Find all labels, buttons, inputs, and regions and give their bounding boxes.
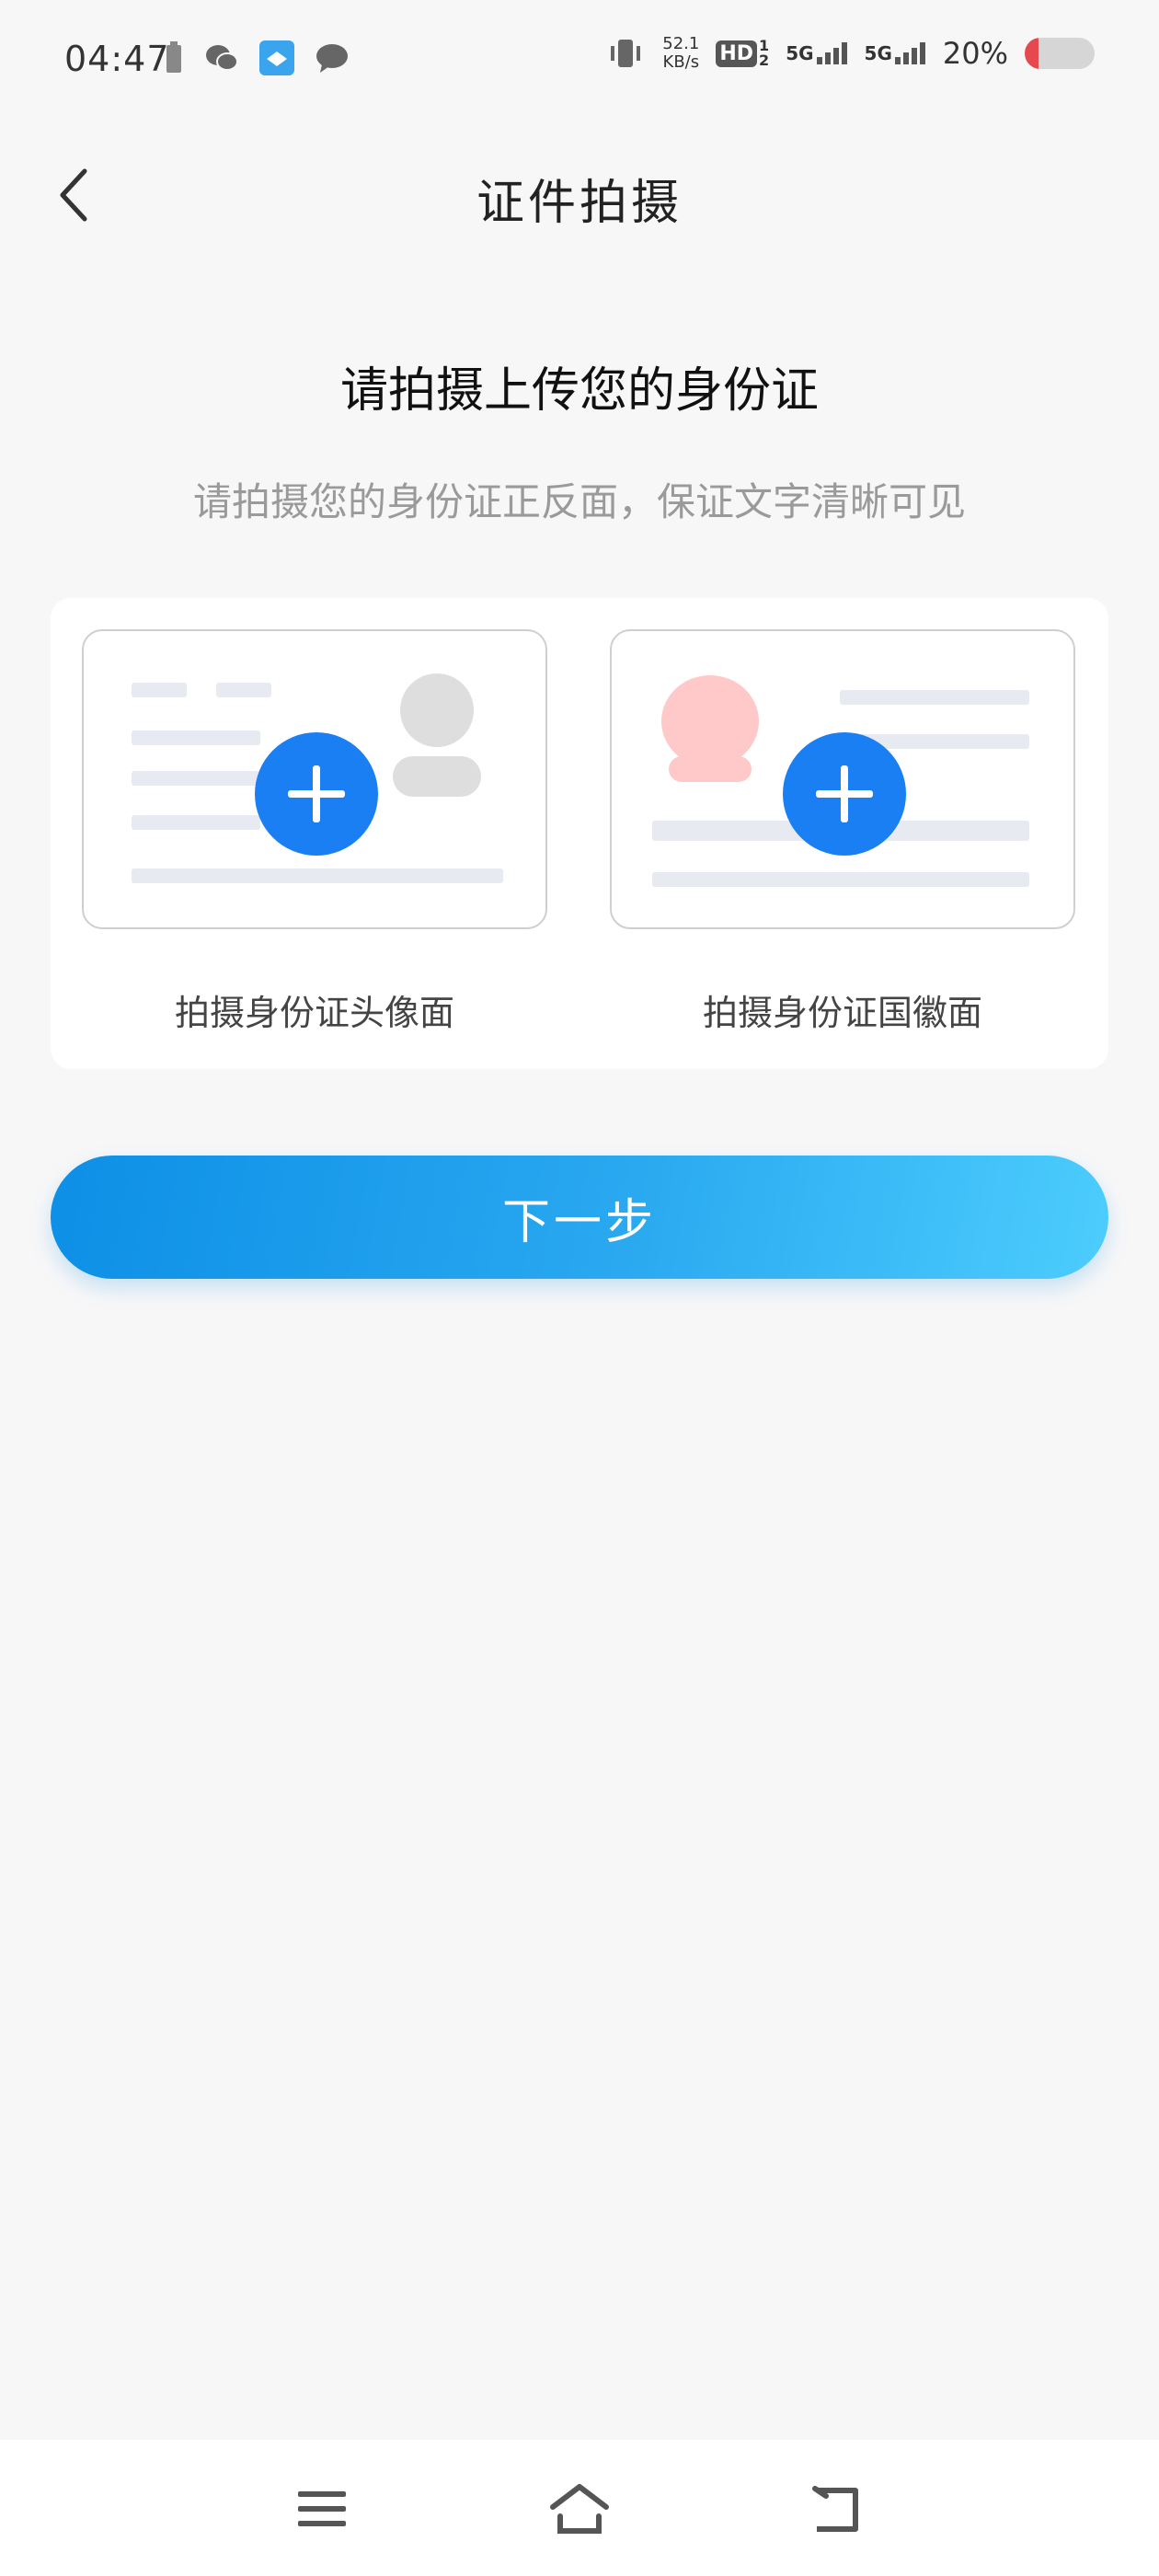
id-back-upload[interactable]: 拍摄身份证国徽面 — [610, 629, 1075, 1035]
emblem-base-icon — [669, 756, 752, 782]
hd-sub: 2 — [759, 52, 770, 69]
signal-bars-icon — [816, 42, 847, 64]
menu-icon — [298, 2491, 346, 2526]
message-icon — [316, 44, 348, 73]
home-icon — [550, 2484, 609, 2534]
page-title: 证件拍摄 — [476, 176, 683, 231]
emblem-icon — [661, 675, 759, 767]
plus-icon — [816, 765, 873, 822]
signal-1: 5G — [786, 42, 847, 64]
app-icon — [259, 40, 294, 75]
id-upload-panel: 拍摄身份证头像面 拍摄身份证国徽面 — [51, 598, 1108, 1069]
upload-instructions: 请拍摄您的身份证正反面，保证文字清晰可见 — [192, 479, 966, 524]
battery-percent: 20% — [942, 36, 1008, 71]
portrait-body-icon — [393, 756, 481, 797]
plus-icon — [288, 765, 345, 822]
id-front-label: 拍摄身份证头像面 — [174, 993, 454, 1033]
add-front-button[interactable] — [255, 732, 378, 856]
nav-menu-button[interactable] — [285, 2477, 359, 2541]
battery-level — [1025, 38, 1039, 69]
return-icon — [812, 2486, 858, 2532]
add-back-button[interactable] — [783, 732, 906, 856]
network-speed-value: 52.1 — [662, 34, 700, 53]
vibrate-icon — [611, 40, 641, 67]
nav-back-button[interactable] — [800, 2477, 874, 2541]
top-bar: 证件拍摄 — [0, 138, 1159, 248]
status-right: 52.1 KB/s HD 1 2 5G 5G 20% — [605, 35, 1095, 72]
notification-icons — [164, 40, 350, 75]
id-front-card-illustration — [82, 629, 547, 929]
status-bar: 04:47 52.1 KB/s HD 1 2 5G 5G 20% — [0, 0, 1159, 120]
id-back-label: 拍摄身份证国徽面 — [702, 993, 982, 1033]
signal-2-label: 5G — [864, 42, 892, 64]
signal-bars-icon — [894, 42, 925, 64]
system-nav-bar — [0, 2440, 1159, 2576]
id-front-upload[interactable]: 拍摄身份证头像面 — [82, 629, 547, 1035]
battery-icon — [1025, 38, 1095, 69]
network-speed: 52.1 KB/s — [662, 35, 699, 72]
next-step-button[interactable]: 下一步 — [51, 1156, 1108, 1279]
network-speed-unit: KB/s — [662, 52, 700, 72]
hd-badge: HD — [716, 40, 758, 67]
signal-1-label: 5G — [786, 42, 814, 64]
battery-saver-icon — [166, 41, 181, 73]
nav-home-button[interactable] — [543, 2477, 616, 2541]
hd-indicator: HD 1 2 — [716, 39, 769, 68]
id-back-card-illustration — [610, 629, 1075, 929]
upload-heading: 请拍摄上传您的身份证 — [339, 363, 819, 419]
signal-2: 5G — [865, 42, 926, 64]
wechat-icon — [206, 45, 238, 71]
status-time: 04:47 — [64, 39, 170, 79]
portrait-icon — [400, 673, 474, 747]
next-step-label: 下一步 — [501, 1194, 657, 1250]
